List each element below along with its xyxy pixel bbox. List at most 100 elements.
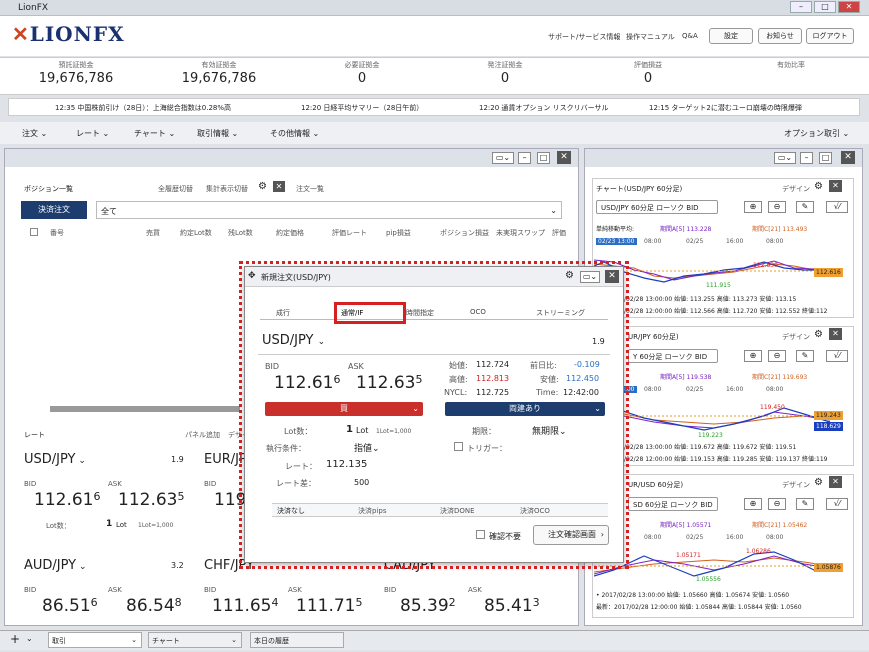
menu-chart[interactable]: チャート ⌄: [134, 128, 175, 139]
panel-maximize-button[interactable]: □: [819, 152, 832, 164]
bid-price[interactable]: 112.616: [34, 490, 100, 510]
zoom-in-icon[interactable]: ⊕: [744, 498, 762, 510]
chevron-down-icon[interactable]: ⌄: [26, 634, 33, 643]
chart-design-link[interactable]: デザイン: [782, 480, 810, 490]
time-tick: 16:00: [726, 534, 744, 541]
all-history-toggle[interactable]: 全履歴切替: [158, 184, 193, 194]
ask-price[interactable]: 85.413: [484, 596, 540, 616]
gear-icon[interactable]: ⚙: [258, 181, 267, 192]
bottom-tab-trade[interactable]: 取引 ⌄: [48, 632, 142, 648]
chart-design-link[interactable]: デザイン: [782, 332, 810, 342]
pen-icon[interactable]: ✎: [796, 350, 814, 362]
positions-header: 番号 売買 約定Lot数 残Lot数 約定価格 評価レート pip損益 ポジショ…: [50, 229, 566, 237]
bid-price[interactable]: 111.654: [212, 596, 278, 616]
pen-icon[interactable]: ✎: [796, 498, 814, 510]
chart-title: UR/JPY 60分足): [628, 333, 679, 341]
settle-order-button[interactable]: 決済注文: [21, 201, 87, 219]
horizontal-scrollbar[interactable]: [50, 406, 240, 412]
close-icon[interactable]: ✕: [273, 181, 285, 192]
pen-icon[interactable]: ✎: [796, 201, 814, 213]
ask-price[interactable]: 111.715: [296, 596, 362, 616]
positions-title: ポジション一覧: [24, 185, 73, 193]
chart-high: 112.830: [753, 262, 778, 269]
ticker-item[interactable]: 12:20 通貨オプション リスクリバーサル: [479, 103, 608, 113]
bid-price[interactable]: 85.392: [400, 596, 456, 616]
ask-label: ASK: [288, 586, 302, 594]
summary-ratio: 有効比率: [777, 61, 805, 69]
chart-ohlc: 最新：2017/02/28 12:00:00 始値: 1.05844 高値: 1…: [596, 604, 802, 611]
menu-trade-info[interactable]: 取引情報 ⌄: [197, 128, 238, 139]
rate-pair-audjpy[interactable]: AUD/JPY ⌄: [24, 558, 87, 573]
rate-pair-usdjpy[interactable]: USD/JPY ⌄: [24, 452, 86, 467]
bottom-tab-history[interactable]: 本日の履歴: [250, 632, 344, 648]
indicator-icon[interactable]: √⁄: [826, 201, 848, 213]
indicator-icon[interactable]: √⁄: [826, 350, 848, 362]
menu-order[interactable]: 注文 ⌄: [22, 128, 47, 139]
bid-price[interactable]: 86.516: [42, 596, 98, 616]
ticker-item[interactable]: 12:15 ターゲット2に潜むユーロ崩壊の時限爆弾: [649, 103, 802, 113]
chart-design-link[interactable]: デザイン: [782, 184, 810, 194]
filter-select[interactable]: 全て ⌄: [96, 201, 562, 219]
summary-deposit: 預託証拠金 19,676,786: [38, 61, 114, 86]
add-tab-icon[interactable]: +: [10, 632, 20, 646]
chart-title: チャート(USD/JPY 60分足): [596, 185, 683, 193]
close-icon[interactable]: ✕: [829, 476, 842, 488]
tab-order-list[interactable]: 注文一覧: [296, 184, 324, 194]
zoom-in-icon[interactable]: ⊕: [744, 350, 762, 362]
qa-link[interactable]: Q&A: [682, 32, 698, 40]
notice-button[interactable]: お知らせ: [758, 28, 802, 44]
news-ticker[interactable]: 12:35 中国株前引け（28日）：上海総合指数は0.28%高 12:20 日経…: [8, 98, 860, 116]
time-tick: 08:00: [766, 238, 784, 245]
minimize-button[interactable]: –: [790, 1, 812, 13]
time-tick: 02/25: [686, 386, 704, 393]
gear-icon[interactable]: ⚙: [814, 477, 823, 488]
panel-minimize-button[interactable]: –: [518, 152, 531, 164]
indicator-icon[interactable]: √⁄: [826, 498, 848, 510]
panel-close-button[interactable]: ✕: [841, 151, 855, 164]
chart-high: 1.06286: [746, 548, 771, 555]
chart-setting-button[interactable]: USD/JPY 60分足 ローソク BID: [596, 200, 718, 214]
add-panel-link[interactable]: パネル追加: [185, 430, 220, 440]
chart-ohlc: /02/28 12:00:00 始値: 119.153 高値: 119.285 …: [624, 456, 828, 463]
manual-link[interactable]: 操作マニュアル: [626, 32, 675, 42]
close-icon[interactable]: ✕: [829, 328, 842, 340]
menu-option-trade[interactable]: オプション取引 ⌄: [784, 128, 849, 139]
summary-order-margin: 発注証拠金 0: [487, 61, 523, 86]
ma-legend-a: 期間A[5] 119.538: [660, 374, 712, 381]
time-tick: 02/25: [686, 238, 704, 245]
close-window-button[interactable]: ✕: [838, 1, 860, 13]
chart-setting-button[interactable]: SD 60分足 ローソク BID: [628, 497, 718, 511]
chart-setting-button[interactable]: Y 60分足 ローソク BID: [628, 349, 718, 363]
close-icon[interactable]: ✕: [829, 180, 842, 192]
gear-icon[interactable]: ⚙: [814, 181, 823, 192]
zoom-out-icon[interactable]: ⊖: [768, 498, 786, 510]
zoom-out-icon[interactable]: ⊖: [768, 201, 786, 213]
lot-value[interactable]: 1: [106, 519, 112, 529]
chart-ask-price: 118.629: [814, 422, 843, 431]
maximize-button[interactable]: □: [814, 1, 836, 13]
ask-price[interactable]: 86.548: [126, 596, 182, 616]
zoom-out-icon[interactable]: ⊖: [768, 350, 786, 362]
panel-menu-button[interactable]: ▭⌄: [774, 152, 796, 164]
menu-other-info[interactable]: その他情報 ⌄: [270, 128, 319, 139]
panel-close-button[interactable]: ✕: [557, 151, 571, 164]
ticker-item[interactable]: 12:35 中国株前引け（28日）：上海総合指数は0.28%高: [55, 103, 231, 113]
settings-button[interactable]: 設定: [709, 28, 753, 44]
ask-price[interactable]: 112.635: [118, 490, 184, 510]
highlight-frame: [239, 261, 629, 569]
panel-menu-button[interactable]: ▭⌄: [492, 152, 514, 164]
bottom-tab-chart[interactable]: チャート ⌄: [148, 632, 242, 648]
logout-button[interactable]: ログアウト: [806, 28, 854, 44]
select-all-checkbox[interactable]: [30, 228, 38, 236]
menu-rate[interactable]: レート ⌄: [76, 128, 109, 139]
support-link[interactable]: サポート/サービス情報: [548, 32, 620, 42]
chart-ohlc: /02/28 13:00:00 始値: 113.255 高値: 113.273 …: [624, 296, 797, 303]
zoom-in-icon[interactable]: ⊕: [744, 201, 762, 213]
summary-toggle[interactable]: 集計表示切替: [206, 184, 248, 194]
panel-maximize-button[interactable]: □: [537, 152, 550, 164]
ticker-item[interactable]: 12:20 日経平均サマリー（28日午前）: [301, 103, 423, 113]
gear-icon[interactable]: ⚙: [814, 329, 823, 340]
chart-date: 02/23 13:00: [596, 238, 637, 245]
panel-minimize-button[interactable]: –: [800, 152, 813, 164]
menu-bar: [0, 122, 869, 144]
